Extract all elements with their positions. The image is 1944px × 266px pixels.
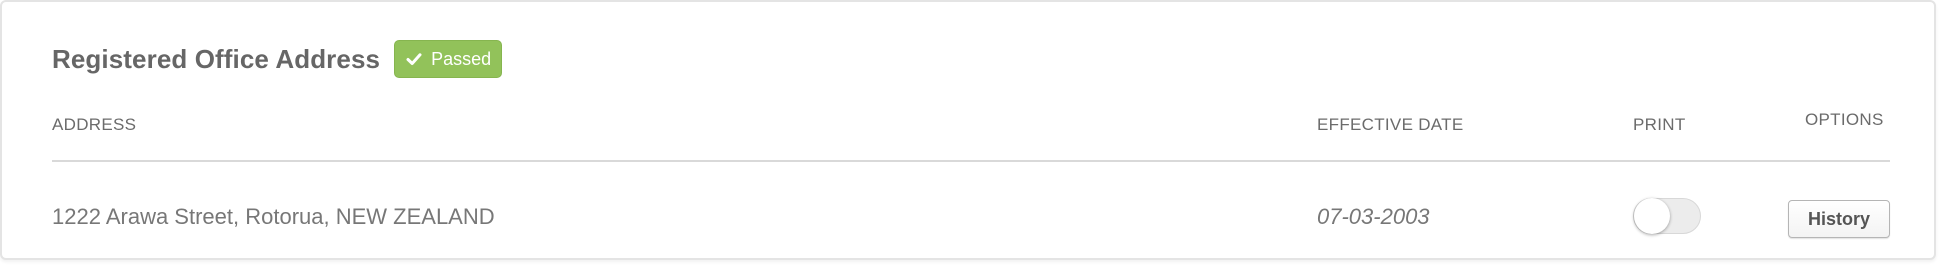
print-toggle-knob[interactable]: [1634, 198, 1670, 234]
checkmark-icon: [406, 53, 422, 65]
status-badge-label: Passed: [431, 48, 492, 69]
registered-office-address-card: Registered Office Address Passed ADDRESS…: [0, 0, 1936, 260]
section-title: Registered Office Address: [52, 43, 381, 74]
column-header-effective-date: EFFECTIVE DATE: [1317, 115, 1464, 134]
status-badge: Passed: [394, 40, 503, 78]
section-header: Registered Office Address Passed: [52, 40, 503, 78]
effective-date-cell: 07-03-2003: [1317, 204, 1430, 229]
history-button[interactable]: History: [1788, 200, 1890, 238]
column-header-print: PRINT: [1633, 115, 1686, 134]
column-header-address: ADDRESS: [52, 115, 137, 134]
address-cell: 1222 Arawa Street, Rotorua, NEW ZEALAND: [52, 204, 495, 229]
print-toggle[interactable]: [1633, 198, 1701, 234]
header-divider: [52, 160, 1890, 162]
column-header-options: OPTIONS: [1805, 110, 1884, 129]
